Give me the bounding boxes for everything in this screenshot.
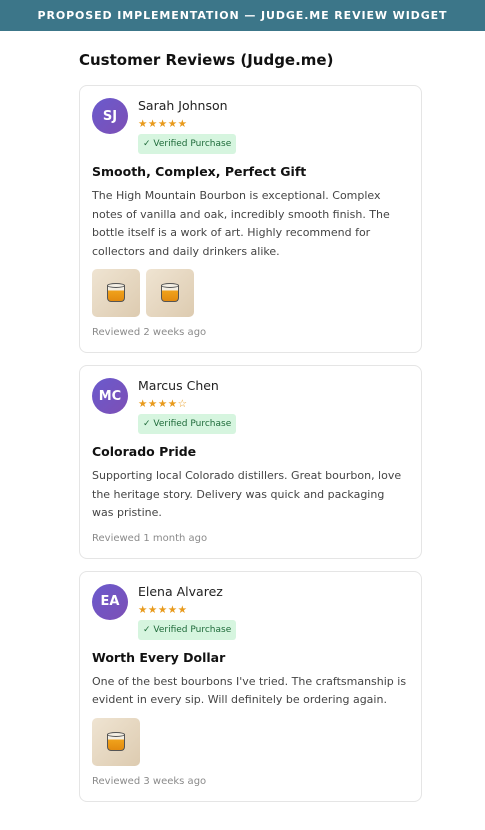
header-banner: Proposed Implementation — Judge.me Revie…	[0, 0, 485, 31]
reviewer-meta: Sarah Johnson ★★★★★ ✓ Verified Purchase	[138, 98, 237, 154]
review-header: SJ Sarah Johnson ★★★★★ ✓ Verified Purcha…	[92, 98, 409, 154]
reviewer-meta: Marcus Chen ★★★★☆ ✓ Verified Purchase	[138, 378, 237, 434]
reviewer-name: Marcus Chen	[138, 378, 219, 393]
review-body: One of the best bourbons I've tried. The…	[92, 674, 407, 707]
review-header: EA Elena Alvarez ★★★★★ ✓ Verified Purcha…	[92, 583, 409, 640]
whiskey-glass-icon	[107, 283, 125, 303]
reviewer-name: Elena Alvarez	[138, 583, 223, 599]
reviewer-meta: Elena Alvarez ★★★★★ ✓ Verified Purchase	[138, 583, 237, 640]
review-photos	[92, 717, 409, 766]
review-title: Worth Every Dollar	[92, 649, 226, 665]
review-date: Reviewed 3 weeks ago	[92, 775, 207, 787]
avatar: EA	[92, 583, 128, 620]
review-header: MC Marcus Chen ★★★★☆ ✓ Verified Purchase	[92, 378, 409, 434]
star-rating: ★★★★☆	[138, 398, 188, 410]
star-rating: ★★★★★	[138, 118, 188, 130]
whiskey-glass-icon	[161, 283, 179, 303]
avatar: SJ	[92, 98, 128, 134]
review-photo-thumbnail[interactable]	[146, 269, 194, 317]
whiskey-glass-icon	[107, 731, 125, 752]
review-title: Colorado Pride	[92, 444, 197, 459]
verified-badge: ✓ Verified Purchase	[138, 414, 237, 434]
review-body: Supporting local Colorado distillers. Gr…	[92, 469, 402, 519]
review-date: Reviewed 1 month ago	[92, 532, 208, 544]
review-photos	[92, 269, 409, 317]
reviewer-name: Sarah Johnson	[138, 98, 228, 113]
review-card: MC Marcus Chen ★★★★☆ ✓ Verified Purchase…	[79, 365, 422, 559]
review-title: Smooth, Complex, Perfect Gift	[92, 164, 307, 179]
verified-badge: ✓ Verified Purchase	[138, 619, 237, 640]
widget-title: Customer Reviews (Judge.me)	[79, 51, 334, 69]
review-widget: Customer Reviews (Judge.me) SJ Sarah Joh…	[79, 31, 422, 802]
banner-text: Proposed Implementation — Judge.me Revie…	[37, 9, 448, 22]
verified-badge: ✓ Verified Purchase	[138, 134, 237, 154]
review-card: SJ Sarah Johnson ★★★★★ ✓ Verified Purcha…	[79, 85, 422, 353]
review-body: The High Mountain Bourbon is exceptional…	[92, 189, 390, 258]
review-date: Reviewed 2 weeks ago	[92, 327, 207, 338]
star-rating: ★★★★★	[138, 603, 188, 616]
review-photo-thumbnail[interactable]	[92, 717, 140, 766]
review-photo-thumbnail[interactable]	[92, 269, 140, 317]
avatar: MC	[92, 378, 128, 414]
review-card: EA Elena Alvarez ★★★★★ ✓ Verified Purcha…	[79, 570, 422, 802]
